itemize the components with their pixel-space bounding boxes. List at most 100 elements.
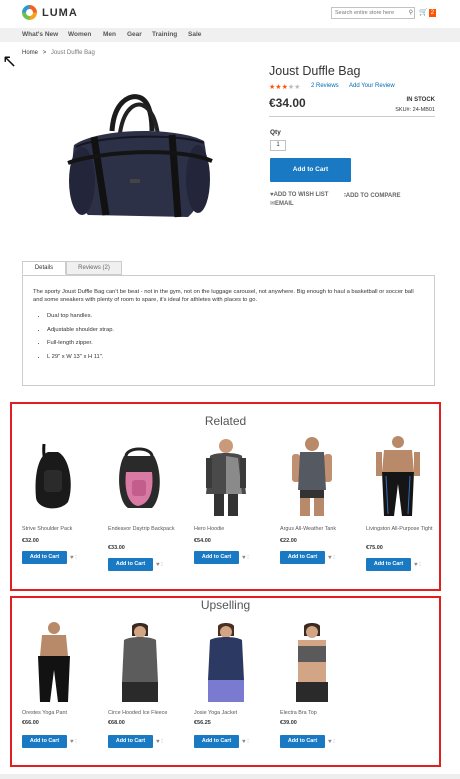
duffle-bag-image[interactable]: [60, 93, 220, 233]
heart-icon[interactable]: ♥: [156, 739, 160, 745]
bar-chart-icon[interactable]: ∶: [333, 739, 335, 745]
electra-bra-top-image[interactable]: [280, 622, 344, 702]
product-price: €34.00: [269, 96, 306, 110]
product-actions: ♥ ∶: [156, 738, 163, 745]
upselling-products-section: Upselling Orestes Yoga Pant €66.00 Add t…: [10, 596, 441, 767]
argus-all-weather-tank-image[interactable]: [280, 436, 344, 516]
product-name[interactable]: Strive Shoulder Pack: [22, 526, 92, 533]
details-panel: The sporty Joust Duffle Bag can't be bea…: [22, 275, 435, 386]
product-name[interactable]: Electra Bra Top: [280, 710, 350, 717]
add-to-cart-button[interactable]: Add to Cart: [22, 551, 67, 564]
add-to-cart-button[interactable]: Add to Cart: [366, 558, 411, 571]
heart-icon[interactable]: ♥: [242, 555, 246, 561]
add-to-cart-button[interactable]: Add to Cart: [22, 735, 67, 748]
orestes-yoga-pant-image[interactable]: [22, 622, 86, 702]
product-actions: ♥ ∶: [242, 738, 249, 745]
bar-chart-icon[interactable]: ∶: [161, 739, 163, 745]
tab-reviews[interactable]: Reviews (2): [66, 261, 122, 275]
bar-chart-icon[interactable]: ∶: [419, 562, 421, 568]
search-placeholder: Search entire store here: [335, 10, 395, 16]
heart-icon[interactable]: ♥: [242, 739, 246, 745]
heart-icon[interactable]: ♥: [328, 555, 332, 561]
tab-details[interactable]: Details: [22, 261, 66, 275]
bar-chart-icon[interactable]: ∶: [75, 739, 77, 745]
strive-shoulder-pack-image[interactable]: [22, 436, 86, 516]
bar-chart-icon[interactable]: ∶: [247, 555, 249, 561]
stock-status: IN STOCK: [406, 97, 435, 103]
product-name[interactable]: Livingston All-Purpose Tight: [366, 526, 436, 533]
product-name[interactable]: Circe Hooded Ice Fleece: [108, 710, 178, 717]
email-link[interactable]: ✉EMAIL: [270, 200, 294, 207]
product-actions: ♥ ∶: [242, 554, 249, 561]
upselling-title: Upselling: [200, 598, 251, 612]
nav-item-whats-new[interactable]: What's New: [22, 31, 58, 38]
bar-chart-icon[interactable]: ∶: [75, 555, 77, 561]
product-price: €75.00: [366, 545, 383, 551]
bar-chart-icon[interactable]: ∶: [161, 562, 163, 568]
feature-item: Adjustable shoulder strap.: [47, 324, 424, 338]
add-to-cart-button[interactable]: Add to Cart: [280, 551, 325, 564]
product-name[interactable]: Endeavor Daytrip Backpack: [108, 526, 178, 533]
product-actions: ♥ ∶: [156, 561, 163, 568]
product-price: €33.00: [108, 545, 125, 551]
product-price: €22.00: [280, 538, 297, 544]
product-actions: ♥ ∶: [70, 738, 77, 745]
product-price: €54.00: [194, 538, 211, 544]
add-to-cart-button[interactable]: Add to Cart: [108, 558, 153, 571]
add-to-cart-button[interactable]: Add to Cart: [280, 735, 325, 748]
rating-stars: ★★★★★: [269, 83, 300, 91]
product-price: €39.00: [280, 720, 297, 726]
bar-chart-icon[interactable]: ∶: [333, 555, 335, 561]
product-card: Livingston All-Purpose Tight €75.00 Add …: [366, 436, 436, 586]
josie-yoga-jacket-image[interactable]: [194, 622, 258, 702]
breadcrumb-home[interactable]: Home: [22, 50, 38, 56]
product-card: Argus All-Weather Tank €22.00 Add to Car…: [280, 436, 350, 586]
product-name[interactable]: Orestes Yoga Pant: [22, 710, 92, 717]
search-icon[interactable]: ⚲: [409, 9, 413, 16]
add-to-cart-button[interactable]: Add to Cart: [194, 735, 239, 748]
nav-item-gear[interactable]: Gear: [127, 31, 142, 38]
add-to-wishlist-link[interactable]: ♥ADD TO WISH LIST: [270, 192, 328, 198]
add-to-cart-button[interactable]: Add to Cart: [108, 735, 153, 748]
bar-chart-icon[interactable]: ∶: [247, 739, 249, 745]
heart-icon[interactable]: ♥: [156, 562, 160, 568]
product-name[interactable]: Josie Yoga Jacket: [194, 710, 264, 717]
luma-logo[interactable]: LUMA: [22, 5, 78, 20]
product-name[interactable]: Hero Hoodie: [194, 526, 264, 533]
product-sku: SKU#: 24-MB01: [395, 107, 435, 113]
heart-icon[interactable]: ♥: [414, 562, 418, 568]
endeavor-daytrip-backpack-image[interactable]: [108, 436, 172, 516]
minicart-button[interactable]: 🛒 2: [419, 8, 437, 17]
related-products-section: Related Strive Shoulder Pack €32.00 Add …: [10, 402, 441, 591]
qty-label: Qty: [270, 129, 281, 136]
heart-icon[interactable]: ♥: [328, 739, 332, 745]
circe-hooded-ice-fleece-image[interactable]: [108, 622, 172, 702]
nav-item-sale[interactable]: Sale: [188, 31, 201, 38]
related-title: Related: [204, 414, 247, 428]
email-label: EMAIL: [275, 201, 294, 207]
add-review-link[interactable]: Add Your Review: [349, 83, 395, 89]
livingston-all-purpose-tight-image[interactable]: [366, 436, 430, 516]
heart-icon[interactable]: ♥: [70, 739, 74, 745]
add-to-compare-link[interactable]: ∶ADD TO COMPARE: [344, 192, 401, 199]
search-input[interactable]: Search entire store here ⚲: [331, 7, 415, 19]
product-card: Hero Hoodie €54.00 Add to Cart ♥ ∶: [194, 436, 264, 586]
feature-item: Full-length zipper.: [47, 337, 424, 351]
sku-label: SKU#:: [395, 107, 412, 113]
nav-item-women[interactable]: Women: [68, 31, 91, 38]
hero-hoodie-image[interactable]: [194, 436, 258, 516]
reviews-link[interactable]: 2 Reviews: [311, 83, 339, 89]
product-name[interactable]: Argus All-Weather Tank: [280, 526, 350, 533]
heart-icon[interactable]: ♥: [70, 555, 74, 561]
cart-icon: 🛒: [419, 9, 428, 16]
add-to-cart-button[interactable]: Add to Cart: [194, 551, 239, 564]
product-title: Joust Duffle Bag: [269, 64, 361, 78]
product-price: €56.25: [194, 720, 211, 726]
qty-input[interactable]: 1: [270, 140, 286, 151]
add-to-cart-button[interactable]: Add to Cart: [270, 158, 351, 182]
product-card: Endeavor Daytrip Backpack €33.00 Add to …: [108, 436, 178, 586]
luma-logo-icon: [22, 5, 37, 20]
product-description: The sporty Joust Duffle Bag can't be bea…: [33, 289, 414, 303]
nav-item-training[interactable]: Training: [152, 31, 177, 38]
nav-item-men[interactable]: Men: [103, 31, 116, 38]
